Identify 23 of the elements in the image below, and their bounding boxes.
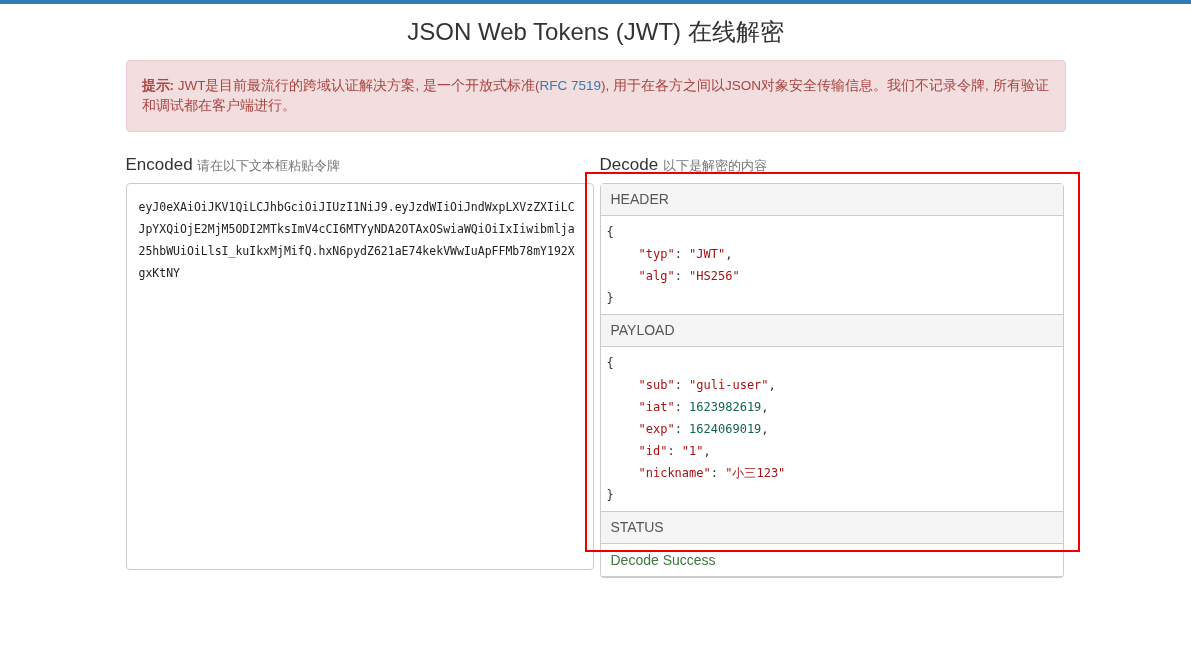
alert-message: 提示: JWT是目前最流行的跨域认证解决方案, 是一个开放式标准(RFC 7519), 用于在各方之间以JSON对象安全传输信息。我们不记录令牌, 所有验证和调试都在客户端进行。 bbox=[125, 59, 1066, 132]
section-heading: Encoded bbox=[125, 154, 193, 174]
rfc-link[interactable]: RFC 7519 bbox=[539, 77, 602, 93]
token-input[interactable]: eyJ0eXAiOiJKV1QiLCJhbGciOiJIUzI1NiJ9.eyJzdWIiOiJndWxpLXVzZXIiLCJpYXQiOjE2MjM5ODI2MTksImV4cCI6MTYyNDA2OTAxOSwiaWQiOiIxIiwibmlja25hbWUiOiLlsI_kuIkxMjMifQ.hxN6pydZ621aE74kekVWwIuApFFMb78mY192XgxKtNY bbox=[125, 183, 594, 571]
json-brace: } bbox=[606, 487, 615, 505]
json-line: "nickname": "小三123" bbox=[638, 466, 786, 481]
section-header: STATUS bbox=[600, 512, 1063, 545]
section-header: HEADER bbox=[600, 184, 1063, 217]
json-line: "typ": "JWT", bbox=[638, 247, 733, 262]
section-header: PAYLOAD bbox=[600, 315, 1063, 348]
section-heading: Decode bbox=[599, 154, 659, 174]
json-brace: { bbox=[606, 355, 615, 373]
status-text: Decode Success bbox=[609, 551, 717, 571]
page-title: JSON Web Tokens (JWT) 在线解密 bbox=[406, 18, 785, 47]
json-line: "id": "1", bbox=[638, 444, 711, 459]
json-brace: { bbox=[606, 224, 615, 242]
json-line: "iat": 1623982619, bbox=[638, 400, 769, 415]
json-brace: } bbox=[606, 290, 615, 308]
json-line: "alg": "HS256" bbox=[638, 269, 740, 284]
json-line: "exp": 1624069019, bbox=[638, 422, 769, 437]
section-hint: 以下是解密的内容 bbox=[662, 157, 767, 173]
section-hint: 请在以下文本框粘贴令牌 bbox=[197, 157, 341, 173]
json-line: "sub": "guli-user", bbox=[638, 378, 776, 393]
